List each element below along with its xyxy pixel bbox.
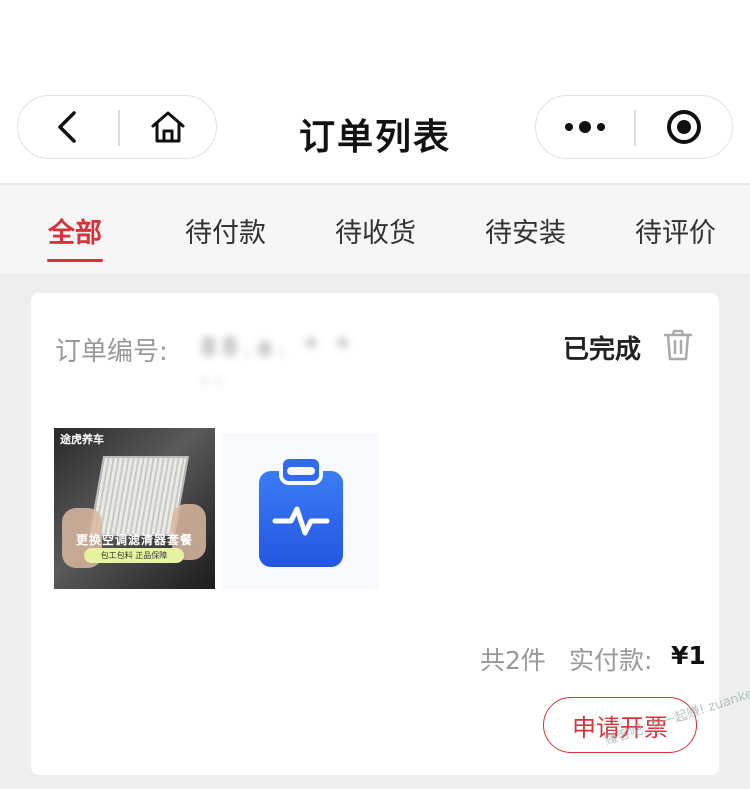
product-title: 更换空调滤清器套餐: [75, 533, 193, 547]
active-tab-indicator: [47, 259, 103, 262]
order-tabs: 全部 待付款 待收货 待安装 待评价: [0, 185, 750, 273]
tab-pending-install[interactable]: 待安装: [485, 211, 566, 250]
item-count: 共2件: [480, 646, 546, 675]
more-dots-icon: [565, 121, 605, 133]
order-number-label: 订单编号:: [55, 337, 168, 367]
delete-order-button[interactable]: [663, 329, 693, 365]
nav-capsule-right: [535, 95, 733, 159]
order-card[interactable]: 订单编号: 88.a. * * .. 已完成 途虎养车 更换空调滤清器套餐 包工…: [31, 293, 719, 775]
more-button[interactable]: [536, 96, 634, 158]
tab-pending-payment[interactable]: 待付款: [185, 211, 266, 250]
tab-pending-receipt[interactable]: 待收货: [335, 211, 416, 250]
tab-pending-review[interactable]: 待评价: [635, 211, 716, 250]
order-status: 已完成: [563, 335, 642, 365]
product-subtitle: 包工包料 正品保障: [84, 548, 184, 563]
close-miniprogram-button[interactable]: [635, 96, 732, 158]
trash-icon: [663, 329, 693, 361]
tab-all[interactable]: 全部: [48, 211, 102, 250]
clipboard-pulse-icon: [259, 455, 343, 567]
product-thumbnail-filter[interactable]: 途虎养车 更换空调滤清器套餐 包工包料 正品保障: [54, 428, 215, 589]
paid-label: 实付款:: [569, 646, 653, 675]
product-thumbnail-service[interactable]: [223, 433, 379, 589]
paid-amount: ¥1: [671, 641, 706, 670]
target-icon: [666, 110, 701, 144]
order-number-value: 88.a. * * ..: [201, 333, 355, 389]
nav-header: 订单列表: [0, 0, 750, 183]
product-brand: 途虎养车: [60, 433, 104, 446]
